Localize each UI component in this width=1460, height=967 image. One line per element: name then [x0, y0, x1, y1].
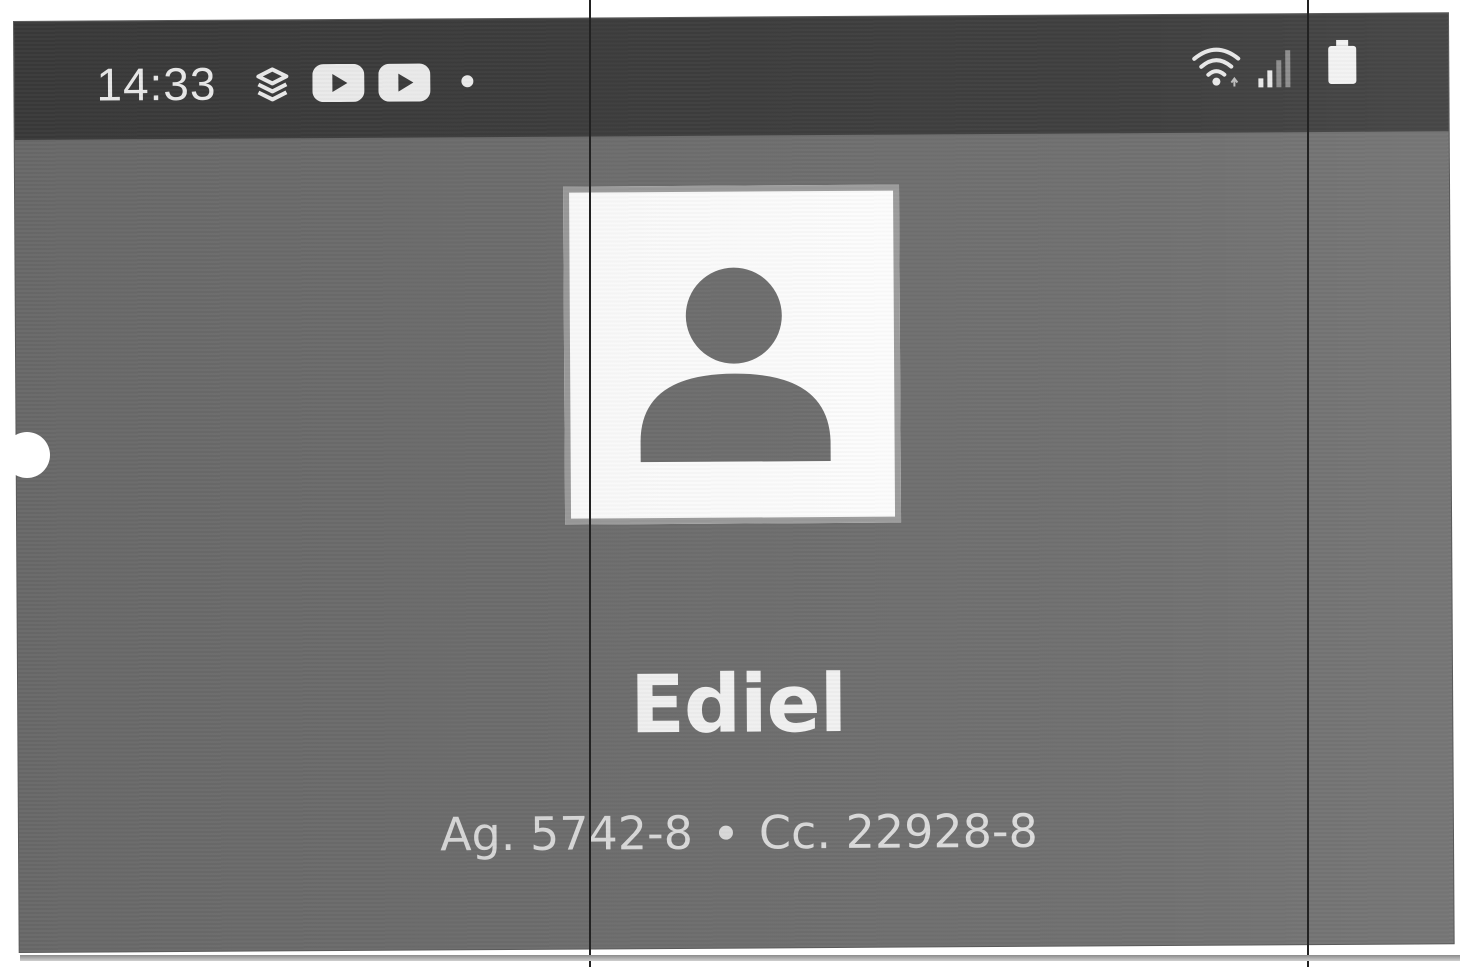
agency-number: Ag. 5742-8	[439, 805, 694, 862]
side-handle[interactable]	[4, 432, 50, 478]
wifi-icon	[1190, 44, 1246, 88]
youtube-icon[interactable]	[378, 63, 431, 102]
account-number: Cc. 22928-8	[758, 803, 1038, 860]
profile-screen: 14:33 Ediel Ag. 5742-8 Cc. 22928-8	[14, 13, 1454, 952]
youtube-icon[interactable]	[312, 63, 365, 103]
status-time: 14:33	[96, 57, 217, 111]
signal-icon	[1256, 42, 1300, 88]
screen-bottom-edge	[20, 955, 1460, 961]
notification-dot-icon	[460, 74, 474, 88]
person-icon	[640, 267, 831, 463]
status-bar: 14:33	[14, 13, 1449, 140]
bank-app-icon	[250, 66, 294, 108]
profile-avatar[interactable]	[563, 184, 902, 525]
scan-line	[1307, 0, 1309, 967]
account-info: Ag. 5742-8 Cc. 22928-8	[379, 803, 1099, 862]
profile-name: Ediel	[629, 656, 847, 752]
scan-line	[589, 0, 591, 967]
separator-dot	[718, 825, 733, 840]
battery-icon	[1326, 39, 1358, 86]
